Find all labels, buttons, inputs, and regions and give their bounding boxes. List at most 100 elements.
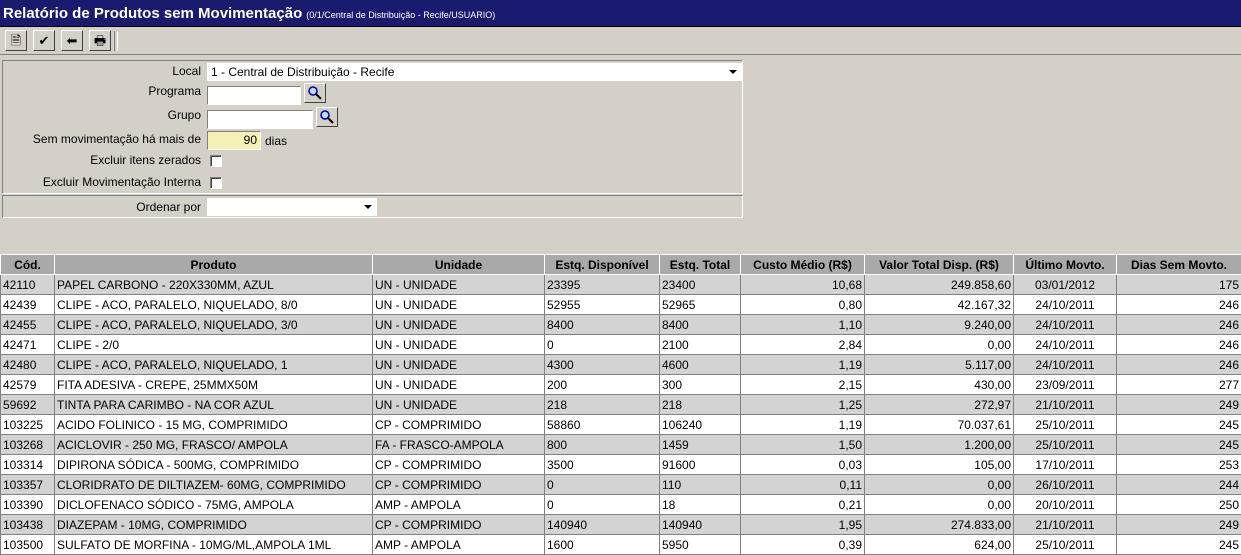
table-row[interactable]: 103390DICLOFENACO SÓDICO - 75MG, AMPOLAA… [1,495,1241,515]
table-row[interactable]: 103268ACICLOVIR - 250 MG, FRASCO/ AMPOLA… [1,435,1241,455]
table-cell: 0 [545,475,660,495]
column-header[interactable]: Estq. Disponível [545,255,660,275]
table-cell: 218 [545,395,660,415]
table-cell: 0,21 [741,495,865,515]
table-cell: CP - COMPRIMIDO [373,415,545,435]
table-row[interactable]: 42471CLIPE - 2/0UN - UNIDADE021002,840,0… [1,335,1241,355]
table-cell: 42480 [1,355,55,375]
new-report-button[interactable]: 🗎 [5,30,27,51]
search-icon [305,84,325,102]
grupo-search-button[interactable] [316,107,338,127]
table-cell: 218 [660,395,741,415]
table-cell: 20/10/2011 [1014,495,1117,515]
excluir-zerados-checkbox[interactable] [210,155,222,167]
products-table: Cód.ProdutoUnidadeEstq. DisponívelEstq. … [0,254,1241,555]
table-cell: 1.200,00 [865,435,1014,455]
column-header[interactable]: Unidade [373,255,545,275]
local-select[interactable]: 1 - Central de Distribuição - Recife [207,63,742,81]
table-row[interactable]: 103225ACIDO FOLINICO - 15 MG, COMPRIMIDO… [1,415,1241,435]
table-cell: 70.037,61 [865,415,1014,435]
window-title: Relatório de Produtos sem Movimentação [3,5,302,22]
table-cell: 5950 [660,535,741,555]
table-cell: 249 [1117,395,1241,415]
ordenar-select[interactable] [207,198,377,216]
table-row[interactable]: 103314DIPIRONA SÓDICA - 500MG, COMPRIMID… [1,455,1241,475]
column-header[interactable]: Último Movto. [1014,255,1117,275]
table-cell: 9.240,00 [865,315,1014,335]
table-row[interactable]: 59692TINTA PARA CARIMBO - NA COR AZULUN … [1,395,1241,415]
table-cell: 103225 [1,415,55,435]
table-cell: 2100 [660,335,741,355]
table-cell: 23395 [545,275,660,295]
back-icon: ⬅ [67,34,78,47]
table-cell: 42.167,32 [865,295,1014,315]
table-cell: 42455 [1,315,55,335]
back-button[interactable]: ⬅ [61,30,83,51]
table-cell: 25/10/2011 [1014,415,1117,435]
column-header[interactable]: Cód. [1,255,55,275]
table-cell: 24/10/2011 [1014,355,1117,375]
print-button[interactable]: 🖶 [89,30,111,51]
table-cell: 0,00 [865,495,1014,515]
table-row[interactable]: 42439CLIPE - ACO, PARALELO, NIQUELADO, 8… [1,295,1241,315]
column-header[interactable]: Dias Sem Movto. [1117,255,1241,275]
table-cell: 272,97 [865,395,1014,415]
table-cell: CLIPE - ACO, PARALELO, NIQUELADO, 3/0 [55,315,373,335]
table-cell: 42110 [1,275,55,295]
table-row[interactable]: 103500SULFATO DE MORFINA - 10MG/ML,AMPOL… [1,535,1241,555]
table-cell: CP - COMPRIMIDO [373,455,545,475]
table-cell: 0,80 [741,295,865,315]
table-cell: 42439 [1,295,55,315]
chevron-down-icon [364,205,372,209]
excluir-interna-checkbox[interactable] [210,177,222,189]
table-cell: 42579 [1,375,55,395]
table-cell: 103390 [1,495,55,515]
table-cell: 245 [1117,435,1241,455]
table-cell: 3500 [545,455,660,475]
column-header[interactable]: Custo Médio (R$) [741,255,865,275]
table-cell: AMP - AMPOLA [373,495,545,515]
table-row[interactable]: 42480CLIPE - ACO, PARALELO, NIQUELADO, 1… [1,355,1241,375]
sem-movimentacao-input[interactable]: 90 [207,131,261,150]
table-cell: DIAZEPAM - 10MG, COMPRIMIDO [55,515,373,535]
new-report-icon: 🗎 [11,34,21,47]
table-cell: 140940 [545,515,660,535]
table-cell: 624,00 [865,535,1014,555]
filter-panel: Local 1 - Central de Distribuição - Reci… [2,60,743,194]
table-row[interactable]: 103357CLORIDRATO DE DILTIAZEM- 60MG, COM… [1,475,1241,495]
table-cell: 245 [1117,415,1241,435]
table-cell: 1,50 [741,435,865,455]
programa-input[interactable] [207,86,301,105]
table-row[interactable]: 42579FITA ADESIVA - CREPE, 25MMX50MUN - … [1,375,1241,395]
table-cell: 58860 [545,415,660,435]
table-cell: 10,68 [741,275,865,295]
table-cell: 0,11 [741,475,865,495]
table-row[interactable]: 103438DIAZEPAM - 10MG, COMPRIMIDOCP - CO… [1,515,1241,535]
table-row[interactable]: 42455CLIPE - ACO, PARALELO, NIQUELADO, 3… [1,315,1241,335]
table-cell: ACICLOVIR - 250 MG, FRASCO/ AMPOLA [55,435,373,455]
programa-search-button[interactable] [304,83,326,103]
table-cell: 1459 [660,435,741,455]
table-cell: 105,00 [865,455,1014,475]
table-row[interactable]: 42110PAPEL CARBONO - 220X330MM, AZULUN -… [1,275,1241,295]
table-cell: 4300 [545,355,660,375]
table-cell: 1,25 [741,395,865,415]
table-cell: 246 [1117,335,1241,355]
column-header[interactable]: Produto [55,255,373,275]
table-cell: 0,00 [865,475,1014,495]
table-cell: 300 [660,375,741,395]
table-cell: DICLOFENACO SÓDICO - 75MG, AMPOLA [55,495,373,515]
column-header[interactable]: Valor Total Disp. (R$) [865,255,1014,275]
excluir-zerados-label: Excluir itens zerados [90,153,201,167]
local-select-value: 1 - Central de Distribuição - Recife [211,65,394,79]
table-cell: UN - UNIDADE [373,375,545,395]
table-cell: CLIPE - ACO, PARALELO, NIQUELADO, 1 [55,355,373,375]
local-label: Local [172,64,201,78]
table-cell: 0 [545,335,660,355]
grupo-input[interactable] [207,110,313,129]
table-cell: 2,15 [741,375,865,395]
column-header[interactable]: Estq. Total [660,255,741,275]
table-cell: UN - UNIDADE [373,335,545,355]
window-title-bar: Relatório de Produtos sem Movimentação (… [0,0,1241,27]
confirm-button[interactable]: ✔ [33,30,55,51]
